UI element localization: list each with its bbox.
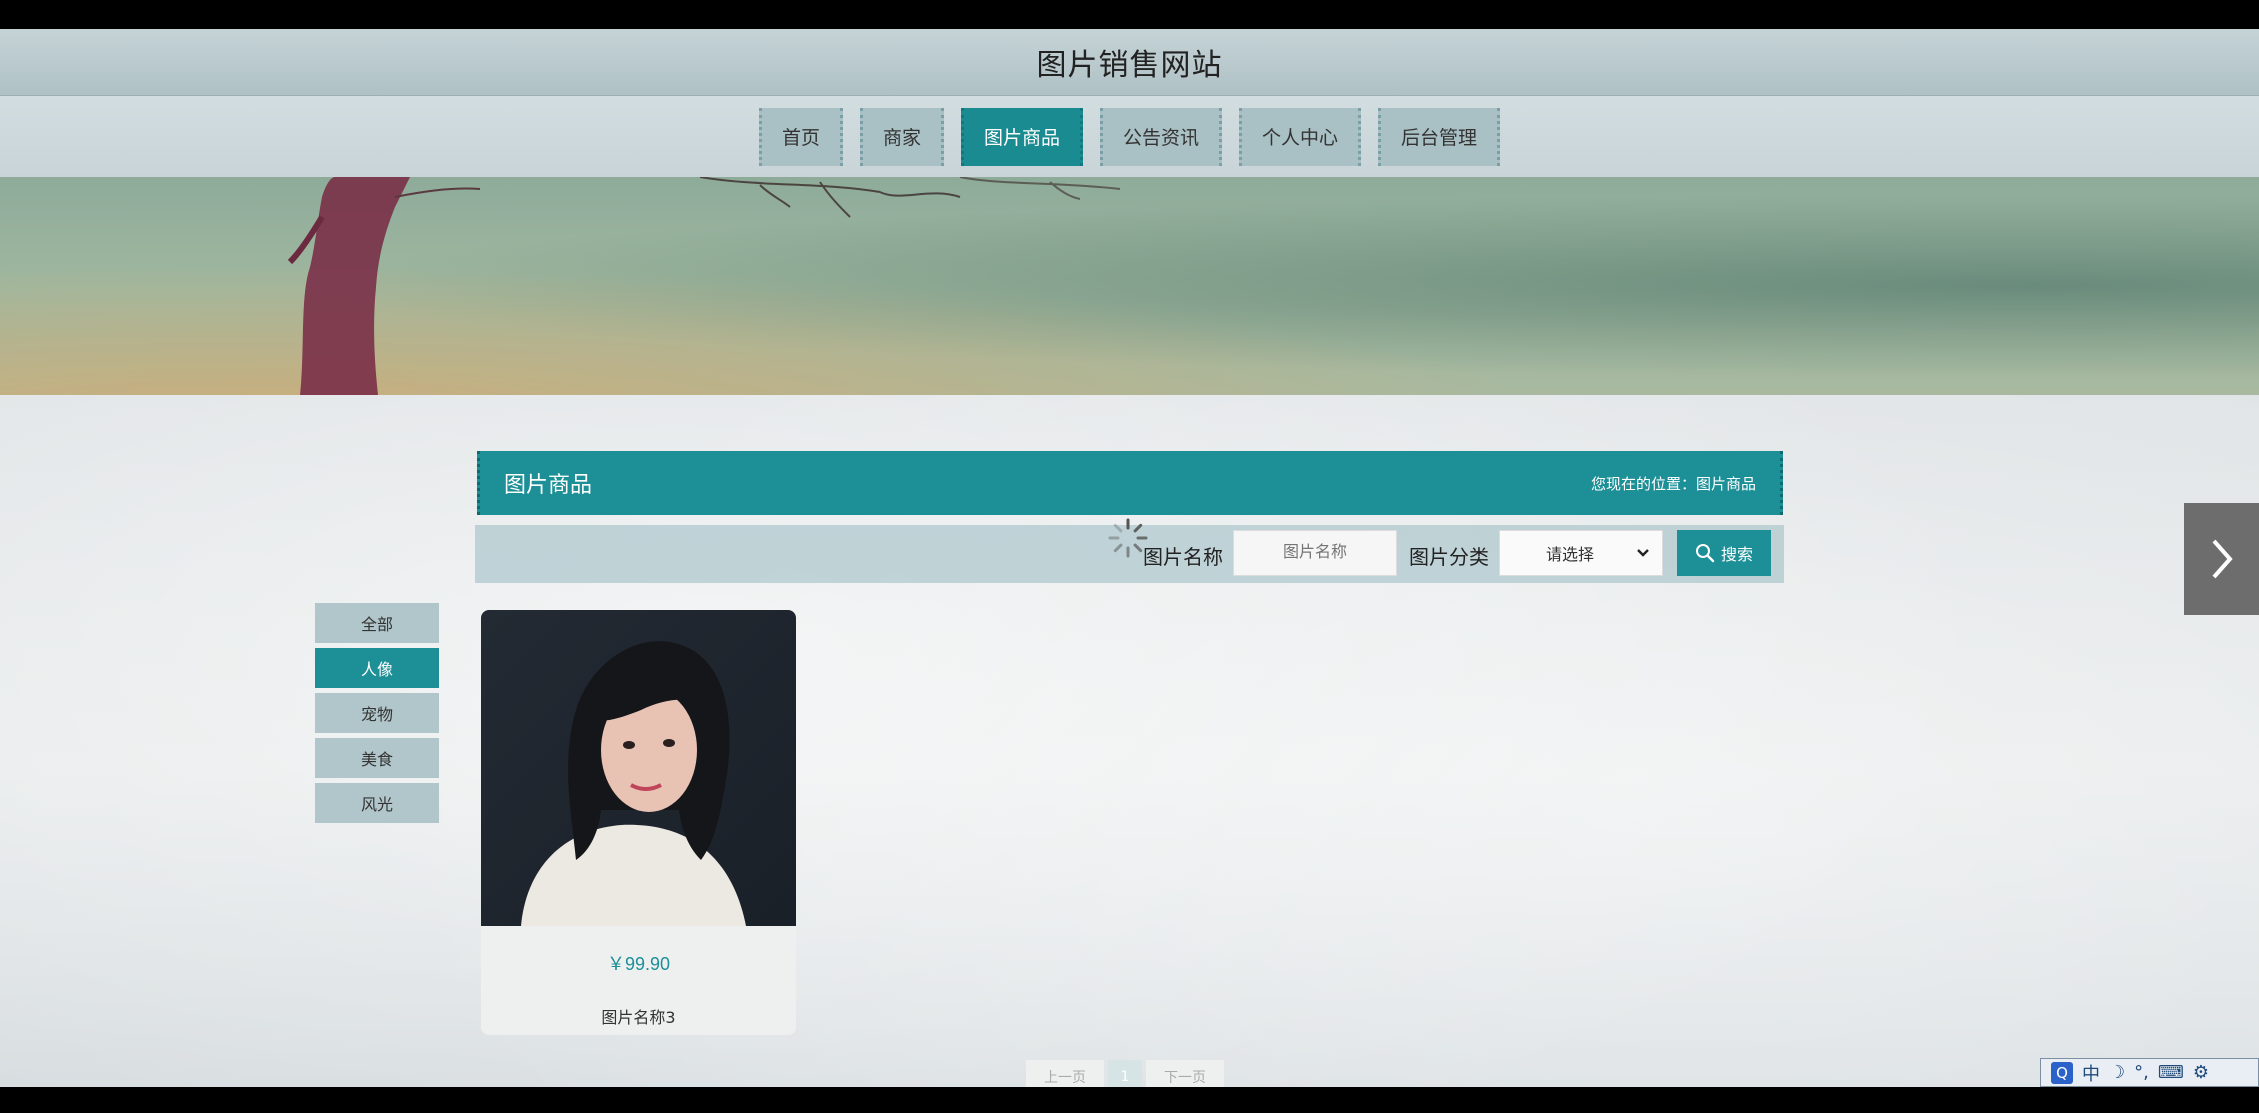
image-name-input[interactable]: [1233, 530, 1397, 576]
category-item-label: 宠物: [360, 705, 393, 724]
section-title-bar: 图片商品 您现在的位置：图片商品: [477, 451, 1783, 515]
punctuation-icon[interactable]: °,: [2134, 1062, 2149, 1083]
product-image[interactable]: [481, 610, 796, 926]
keyboard-icon[interactable]: ⌨: [2158, 1062, 2184, 1083]
browser-viewport: 图片销售网站 首页 商家 图片商品 公告资讯 个人中心 后台管理 图片商品 您现…: [0, 29, 2259, 1087]
nav-item-admin[interactable]: 后台管理: [1378, 107, 1501, 166]
category-item-all[interactable]: 全部: [315, 603, 439, 643]
category-item-label: 风光: [360, 795, 393, 814]
site-header: 图片销售网站: [0, 29, 2259, 96]
banner-tree-illustration: [287, 177, 1121, 395]
category-item-scenery[interactable]: 风光: [315, 783, 439, 823]
ime-toolbar: Q 中 ☽ °, ⌨ ⚙: [2040, 1058, 2259, 1087]
product-card[interactable]: ￥99.90 图片名称3: [481, 610, 796, 1035]
nav-item-label: 图片商品: [983, 127, 1060, 149]
nav-item-home[interactable]: 首页: [758, 107, 843, 166]
nav-item-label: 个人中心: [1262, 127, 1339, 149]
nav-item-label: 后台管理: [1401, 127, 1478, 149]
nav-item-image-products[interactable]: 图片商品: [960, 107, 1083, 166]
image-category-select[interactable]: 请选择: [1499, 530, 1663, 576]
category-item-label: 人像: [360, 660, 393, 679]
nav-item-label: 首页: [781, 127, 820, 149]
next-page-button[interactable]: 下一页: [1146, 1060, 1224, 1087]
page-number-button[interactable]: 1: [1108, 1060, 1142, 1087]
product-name: 图片名称3: [601, 1008, 676, 1027]
chevron-right-icon: [2212, 539, 2233, 579]
moon-icon[interactable]: ☽: [2109, 1062, 2125, 1083]
main-content: 图片商品 您现在的位置：图片商品 图片名称 图片分类 请选: [0, 395, 2259, 1087]
main-nav: 首页 商家 图片商品 公告资讯 个人中心 后台管理: [0, 96, 2259, 177]
category-sidebar: 全部 人像 宠物 美食 风光: [315, 603, 439, 828]
category-item-portrait[interactable]: 人像: [315, 648, 439, 688]
image-name-label: 图片名称: [1143, 545, 1223, 569]
hand-cursor-icon: [370, 1086, 396, 1087]
category-item-pets[interactable]: 宠物: [315, 693, 439, 733]
nav-item-label: 公告资讯: [1123, 127, 1200, 149]
nav-item-merchants[interactable]: 商家: [859, 107, 944, 166]
carousel-next-button[interactable]: [2184, 503, 2259, 615]
nav-item-announcements[interactable]: 公告资讯: [1100, 107, 1223, 166]
category-item-label: 全部: [360, 615, 393, 634]
ime-mode-toggle[interactable]: 中: [2082, 1060, 2100, 1086]
hero-banner: [0, 177, 2259, 395]
prev-page-button[interactable]: 上一页: [1026, 1060, 1104, 1087]
nav-item-personal-center[interactable]: 个人中心: [1239, 107, 1362, 166]
nav-item-label: 商家: [882, 127, 921, 149]
search-button-label: 搜索: [1720, 545, 1753, 564]
category-item-food[interactable]: 美食: [315, 738, 439, 778]
section-title: 图片商品: [504, 473, 593, 498]
category-select-value: 请选择: [1546, 545, 1595, 564]
search-bar: 图片名称 图片分类 请选择 搜索: [475, 518, 1784, 583]
site-title: 图片销售网站: [1036, 48, 1223, 83]
pagination: 上一页 1 下一页: [1026, 1060, 1224, 1087]
product-price: ￥99.90: [606, 954, 671, 974]
chevron-down-icon: [1637, 549, 1649, 557]
settings-icon[interactable]: ⚙: [2193, 1062, 2209, 1083]
category-item-label: 美食: [360, 750, 393, 769]
ime-logo-icon[interactable]: Q: [2051, 1061, 2073, 1084]
search-button[interactable]: 搜索: [1677, 530, 1771, 576]
search-icon: [1695, 544, 1715, 563]
breadcrumb: 您现在的位置：图片商品: [1590, 474, 1756, 493]
image-category-label: 图片分类: [1409, 545, 1489, 569]
